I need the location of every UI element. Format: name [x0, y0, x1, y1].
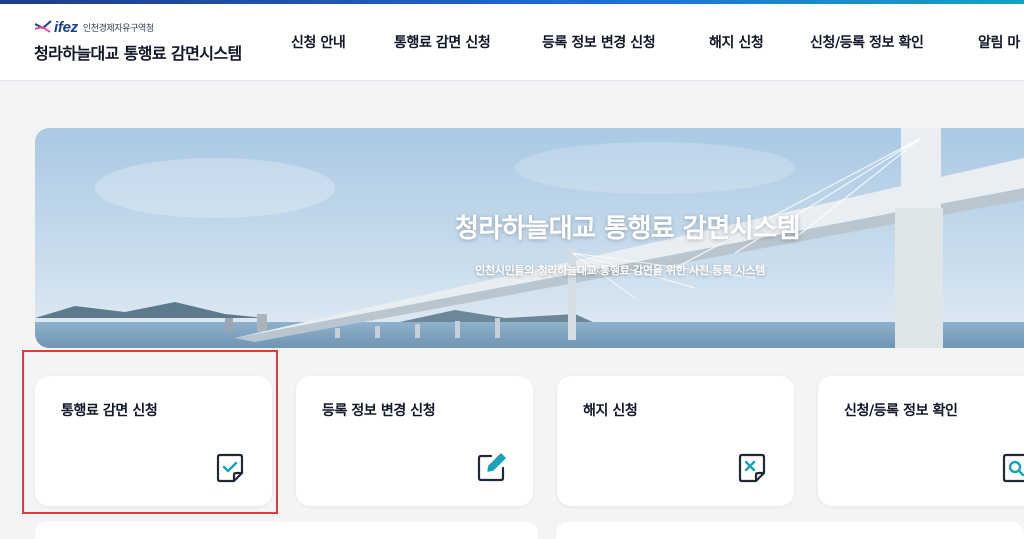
- search-note-icon: [1002, 453, 1024, 483]
- nav-item-apply[interactable]: 통행료 감면 신청: [394, 32, 491, 52]
- site-header: ifez 인천경제자유구역청 청라하늘대교 통행료 감면시스템 신청 안내 통행…: [0, 4, 1024, 81]
- nav-item-change[interactable]: 등록 정보 변경 신청: [542, 32, 656, 52]
- card-label: 등록 정보 변경 신청: [322, 403, 436, 419]
- edit-pencil-icon: [477, 453, 506, 482]
- card-check-registration[interactable]: 신청/등록 정보 확인: [818, 376, 1024, 506]
- card-label: 해지 신청: [583, 403, 638, 419]
- lower-panel-right: [556, 522, 1024, 539]
- ifez-logo-icon: [34, 20, 52, 33]
- cancel-note-icon: [738, 453, 766, 483]
- logo-text: ifez: [54, 18, 78, 36]
- check-note-icon: [216, 453, 244, 483]
- nav-item-cancel[interactable]: 해지 신청: [709, 32, 764, 52]
- card-apply-discount[interactable]: 통행료 감면 신청: [35, 376, 272, 506]
- site-logo[interactable]: ifez 인천경제자유구역청 청라하늘대교 통행료 감면시스템: [34, 18, 242, 64]
- banner-title: 청라하늘대교 통행료 감면시스템: [455, 214, 800, 244]
- nav-item-check[interactable]: 신청/등록 정보 확인: [810, 32, 924, 52]
- hero-banner: 청라하늘대교 통행료 감면시스템 인천시민들의 청라하늘대교 통행료 감면을 위…: [35, 128, 1024, 348]
- nav-item-guide[interactable]: 신청 안내: [291, 32, 346, 52]
- card-cancel-application[interactable]: 해지 신청: [557, 376, 794, 506]
- org-name: 인천경제자유구역청: [82, 23, 154, 34]
- nav-item-notice[interactable]: 알림 마: [978, 32, 1020, 52]
- lower-panel-left: [35, 522, 538, 539]
- card-label: 신청/등록 정보 확인: [844, 403, 958, 419]
- card-label: 통행료 감면 신청: [61, 403, 158, 419]
- banner-subtitle: 인천시민들의 청라하늘대교 통행료 감면을 위한 사전 등록 시스템: [475, 264, 765, 277]
- card-change-registration[interactable]: 등록 정보 변경 신청: [296, 376, 533, 506]
- site-title: 청라하늘대교 통행료 감면시스템: [34, 44, 242, 63]
